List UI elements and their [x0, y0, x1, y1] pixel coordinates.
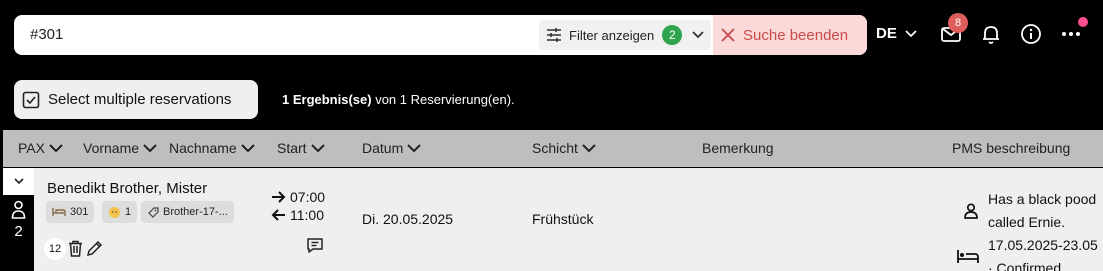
person-icon	[11, 200, 26, 219]
more-icon[interactable]	[1060, 23, 1082, 45]
pms-line: · Confirmed	[988, 260, 1062, 271]
bed-icon	[957, 250, 979, 263]
column-pax[interactable]: PAX	[18, 140, 63, 156]
mail-count-badge: 8	[948, 13, 968, 33]
children-chip: 1	[102, 201, 138, 223]
row-expander[interactable]: 2	[3, 168, 34, 271]
select-multiple-label: Select multiple reservations	[48, 91, 232, 108]
bell-icon[interactable]	[980, 23, 1002, 45]
trash-icon[interactable]	[68, 240, 83, 257]
column-pax-label: PAX	[18, 140, 45, 156]
departure-time: 11:00	[290, 207, 324, 223]
column-pms-label: PMS beschreibung	[952, 140, 1071, 156]
column-nachname-label: Nachname	[169, 140, 237, 156]
column-schicht[interactable]: Schicht	[532, 140, 596, 156]
column-schicht-label: Schicht	[532, 140, 578, 156]
tag-icon	[148, 207, 159, 218]
column-start[interactable]: Start	[277, 140, 325, 156]
checkbox-icon	[22, 91, 40, 108]
show-filter-button[interactable]: Filter anzeigen 2	[539, 20, 711, 50]
result-summary: 1 Ergebnis(se) von 1 Reservierung(en).	[282, 92, 515, 107]
select-multiple-button[interactable]: Select multiple reservations	[14, 80, 258, 119]
chevron-down-icon	[49, 143, 63, 152]
filter-label: Filter anzeigen	[569, 27, 655, 43]
result-count: 1 Ergebnis(se)	[282, 92, 372, 107]
column-vorname[interactable]: Vorname	[83, 140, 157, 156]
tag-label: Brother-17-...	[163, 206, 228, 218]
column-datum[interactable]: Datum	[362, 140, 421, 156]
column-nachname[interactable]: Nachname	[169, 140, 255, 156]
visit-count: 12	[44, 238, 66, 260]
pax-count: 2	[14, 223, 23, 240]
chevron-down-icon	[692, 31, 704, 39]
children-count: 1	[125, 206, 132, 218]
column-start-label: Start	[277, 140, 307, 156]
search-input[interactable]: #301	[30, 26, 63, 43]
room-number: 301	[70, 206, 89, 218]
chevron-down-icon	[905, 29, 917, 37]
edit-icon[interactable]	[86, 240, 103, 257]
tag-chip: Brother-17-...	[141, 201, 234, 223]
chevron-down-icon	[13, 178, 24, 185]
language-selector[interactable]: DE	[876, 25, 917, 42]
column-vorname-label: Vorname	[83, 140, 140, 156]
column-bemerkung-label: Bemerkung	[702, 140, 774, 156]
close-icon	[721, 28, 735, 42]
pms-line: called Ernie.	[988, 214, 1066, 230]
room-chip: 301	[46, 201, 95, 223]
sliders-icon	[547, 28, 561, 42]
guest-name: Benedikt Brother, Mister	[47, 180, 208, 197]
column-datum-label: Datum	[362, 140, 404, 156]
notification-dot	[1078, 17, 1088, 27]
expand-toggle[interactable]	[3, 168, 34, 195]
arrow-right-icon	[272, 191, 286, 203]
end-search-label: Suche beenden	[743, 26, 849, 44]
chevron-down-icon	[407, 143, 421, 152]
child-icon	[109, 206, 120, 218]
chevron-down-icon	[143, 143, 157, 152]
filter-count-badge: 2	[662, 25, 683, 45]
arrow-left-icon	[271, 209, 285, 221]
column-bemerkung: Bemerkung	[702, 140, 774, 156]
language-label: DE	[876, 25, 897, 42]
reservation-shift: Frühstück	[532, 211, 594, 227]
chevron-down-icon	[310, 143, 325, 152]
table-header: PAX Vorname Nachname Start Datum Schicht…	[3, 130, 1103, 167]
bed-icon	[52, 208, 66, 216]
info-icon[interactable]	[1020, 23, 1042, 45]
column-pms: PMS beschreibung	[952, 140, 1070, 156]
end-search-button[interactable]: Suche beenden	[713, 15, 867, 55]
search-bar: #301 Filter anzeigen 2 Suche beenden	[14, 15, 867, 55]
chevron-down-icon	[240, 143, 255, 152]
pms-line: Has a black pood	[988, 191, 1097, 207]
chevron-down-icon	[582, 143, 596, 152]
person-icon	[964, 203, 978, 219]
result-total: von 1 Reservierung(en).	[371, 92, 515, 107]
arrival-time: 07:00	[290, 189, 326, 205]
comment-icon[interactable]	[306, 237, 324, 254]
pms-line: 17.05.2025-23.05	[988, 237, 1098, 253]
reservation-date: Di. 20.05.2025	[362, 211, 454, 227]
pms-description: Has a black pood called Ernie. 17.05.202…	[988, 188, 1098, 271]
